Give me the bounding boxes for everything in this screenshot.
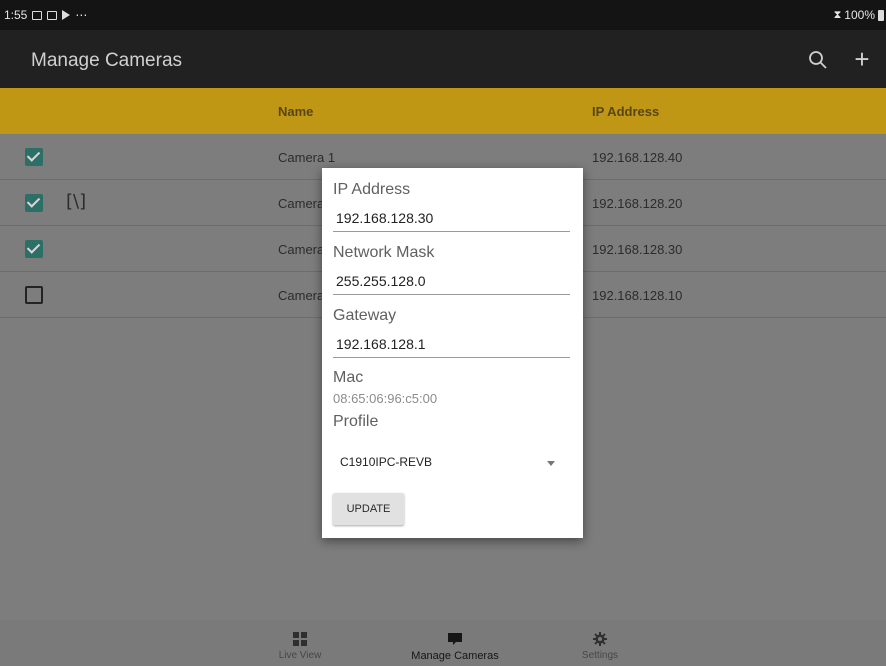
row-checkbox[interactable] [25, 240, 43, 258]
mac-value: 08:65:06:96:c5:00 [333, 391, 438, 406]
more-notifications-icon: ⋯ [75, 8, 88, 22]
row-checkbox[interactable] [25, 148, 43, 166]
alarm-icon: ⧗ [833, 8, 842, 21]
camera-name: Camera 1 [278, 150, 336, 165]
battery-percent: 100% [844, 8, 875, 22]
camera-ip: 192.168.128.10 [592, 288, 683, 303]
network-mask-value: 255.255.128.0 [336, 273, 426, 289]
row-checkbox[interactable] [25, 286, 43, 304]
profile-value: C1910IPC-REVB [340, 455, 433, 469]
battery-icon [878, 9, 884, 21]
nav-live-view[interactable]: Live View [245, 620, 355, 666]
gear-icon [593, 632, 607, 646]
gateway-field[interactable]: 192.168.128.1 [333, 332, 570, 358]
camera-name: Camera [278, 288, 325, 303]
search-icon[interactable] [808, 50, 828, 70]
gateway-value: 192.168.128.1 [336, 336, 426, 352]
camera-name: Camera [278, 242, 325, 257]
camera-icon [448, 633, 462, 645]
status-bar-left: 1:55 ⋯ [4, 8, 87, 22]
gateway-label: Gateway [333, 307, 397, 324]
column-header-name[interactable]: Name [278, 104, 313, 119]
status-bar: 1:55 ⋯ ⧗ 100% [0, 0, 886, 30]
network-mask-field[interactable]: 255.255.128.0 [333, 269, 570, 295]
column-header-ip-address[interactable]: IP Address [592, 104, 659, 119]
profile-select[interactable]: C1910IPC-REVB [333, 447, 570, 477]
nav-settings[interactable]: Settings [545, 620, 655, 666]
plus-icon: + [854, 44, 870, 74]
app-bar: Manage Cameras + [0, 30, 886, 88]
nav-manage-cameras[interactable]: Manage Cameras [400, 620, 510, 666]
profile-label: Profile [333, 413, 379, 430]
camera-ip: 192.168.128.20 [592, 196, 683, 211]
bottom-navigation: Live View Manage Cameras Settings [0, 620, 886, 666]
ip-address-field[interactable]: 192.168.128.30 [333, 206, 570, 232]
table-header: Name IP Address [0, 88, 886, 134]
page-title: Manage Cameras [31, 50, 183, 71]
camera-ip: 192.168.128.40 [592, 150, 683, 165]
row-checkbox[interactable] [25, 194, 43, 212]
nav-label: Live View [278, 650, 322, 661]
camera-ip: 192.168.128.30 [592, 242, 683, 257]
add-camera-button[interactable]: + [851, 46, 873, 72]
image-notification-icon [32, 10, 43, 20]
nav-label: Manage Cameras [411, 650, 499, 662]
network-mask-label: Network Mask [333, 244, 435, 261]
mail-notification-icon [47, 10, 58, 20]
grid-icon [293, 632, 307, 646]
status-time: 1:55 [4, 8, 28, 22]
nav-label: Settings [581, 650, 619, 661]
camera-name: Camera [278, 196, 325, 211]
play-store-notification-icon [62, 10, 71, 20]
mac-label: Mac [333, 369, 364, 386]
status-bar-right: ⧗ 100% [834, 8, 884, 22]
ip-address-label: IP Address [333, 181, 411, 198]
chevron-down-icon [547, 461, 555, 466]
ip-address-value: 192.168.128.30 [336, 210, 434, 226]
edit-bracket-icon: [\] [66, 191, 87, 212]
camera-network-dialog: IP Address 192.168.128.30 Network Mask 2… [322, 168, 583, 538]
update-button[interactable]: UPDATE [333, 493, 404, 525]
